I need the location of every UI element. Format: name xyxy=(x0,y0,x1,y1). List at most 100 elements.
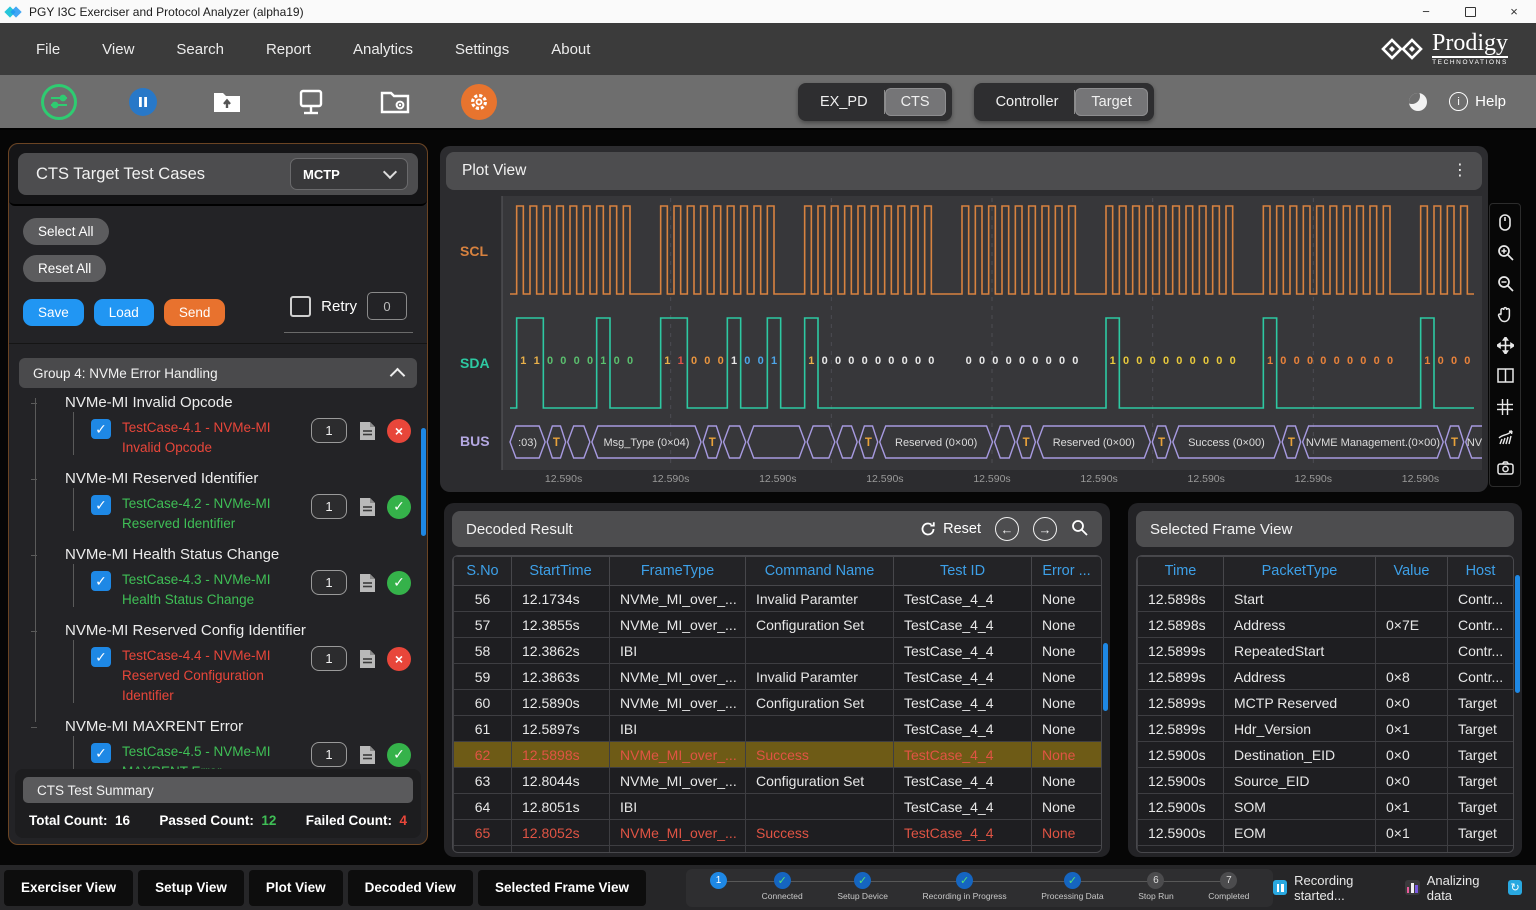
column-header[interactable]: PacketType xyxy=(1224,557,1376,586)
waveform-plot[interactable]: SCLSDABUS1100001001100010011000000000000… xyxy=(446,194,1482,497)
exerciser-flow-icon[interactable] xyxy=(40,83,78,121)
column-header[interactable]: Host xyxy=(1448,557,1514,586)
view-tab-selected-frame-view[interactable]: Selected Frame View xyxy=(478,870,646,906)
toggle-option-target[interactable]: Target xyxy=(1075,88,1147,116)
menu-item-settings[interactable]: Settings xyxy=(455,41,509,58)
maximize-icon[interactable] xyxy=(1448,0,1492,23)
test-case-row[interactable]: ✓TestCase-4.1 - NVMe-MI Invalid Opcode1× xyxy=(31,418,421,457)
chart-icon[interactable] xyxy=(1496,428,1514,446)
save-button[interactable]: Save xyxy=(23,299,84,326)
menu-item-analytics[interactable]: Analytics xyxy=(353,41,413,58)
column-header[interactable]: Value xyxy=(1376,557,1448,586)
frame-row[interactable]: 12.5898sStartContr... xyxy=(1138,586,1514,612)
column-header[interactable]: Command Name xyxy=(746,557,894,586)
decoded-row[interactable]: 6613.0192sNVMe_MI_over_Configuration Set… xyxy=(454,846,1102,854)
tree-scrollbar[interactable] xyxy=(421,428,426,536)
decoded-row[interactable]: 6312.8044sNVMe_MI_over_...Configuration … xyxy=(454,768,1102,794)
decoded-row[interactable]: 5712.3855sNVMe_MI_over_...Configuration … xyxy=(454,612,1102,638)
zoom-out-icon[interactable] xyxy=(1496,275,1514,293)
report-doc-icon[interactable] xyxy=(356,495,378,519)
next-frame-icon[interactable]: → xyxy=(1033,517,1057,541)
view-tab-decoded-view[interactable]: Decoded View xyxy=(348,870,473,906)
menu-item-view[interactable]: View xyxy=(102,41,134,58)
checkbox-checked[interactable]: ✓ xyxy=(91,571,111,591)
report-doc-icon[interactable] xyxy=(356,647,378,671)
column-header[interactable]: Time xyxy=(1138,557,1224,586)
frame-row[interactable]: 12.5899sHdr_Version0×1Target xyxy=(1138,716,1514,742)
split-view-icon[interactable] xyxy=(1496,367,1514,385)
menu-item-search[interactable]: Search xyxy=(176,41,224,58)
theme-moon-icon[interactable] xyxy=(1409,93,1427,111)
zoom-in-icon[interactable] xyxy=(1496,244,1514,262)
test-parent-label[interactable]: NVMe-MI Reserved Config Identifier xyxy=(31,622,421,639)
frame-row[interactable]: 12.5898sAddress0×7EContr... xyxy=(1138,612,1514,638)
group-header[interactable]: Group 4: NVMe Error Handling xyxy=(19,358,417,388)
checkbox-checked[interactable]: ✓ xyxy=(91,419,111,439)
retry-count-input[interactable] xyxy=(367,292,407,320)
checkbox-checked[interactable]: ✓ xyxy=(91,495,111,515)
test-case-row[interactable]: ✓TestCase-4.2 - NVMe-MI Reserved Identif… xyxy=(31,494,421,533)
search-icon[interactable] xyxy=(1071,519,1088,540)
iteration-count-input[interactable]: 1 xyxy=(311,646,347,671)
send-button[interactable]: Send xyxy=(164,299,226,326)
toggle-option-ex_pd[interactable]: EX_PD xyxy=(804,88,884,116)
iteration-count-input[interactable]: 1 xyxy=(311,494,347,519)
close-icon[interactable]: × xyxy=(1492,0,1536,23)
toggle-option-controller[interactable]: Controller xyxy=(980,88,1075,116)
pan-hand-icon[interactable] xyxy=(1496,305,1514,323)
help-button[interactable]: i Help xyxy=(1449,92,1506,111)
move-icon[interactable] xyxy=(1496,336,1514,354)
protocol-dropdown[interactable]: MCTP xyxy=(290,158,408,190)
view-tab-setup-view[interactable]: Setup View xyxy=(138,870,244,906)
decoded-row[interactable]: 6412.8051sIBITestCase_4_4None xyxy=(454,794,1102,820)
test-parent-label[interactable]: NVMe-MI Health Status Change xyxy=(31,546,421,563)
report-doc-icon[interactable] xyxy=(356,743,378,767)
decoded-row[interactable]: 5912.3863sNVMe_MI_over_...Invalid Paramt… xyxy=(454,664,1102,690)
decoded-scrollbar[interactable] xyxy=(1103,643,1108,711)
grid-icon[interactable] xyxy=(1496,398,1514,416)
test-parent-label[interactable]: NVMe-MI Invalid Opcode xyxy=(31,394,421,411)
report-doc-icon[interactable] xyxy=(356,419,378,443)
reset-button[interactable]: Reset xyxy=(920,521,981,537)
settings-gear-icon[interactable] xyxy=(460,83,498,121)
test-parent-label[interactable]: NVMe-MI Reserved Identifier xyxy=(31,470,421,487)
menu-item-about[interactable]: About xyxy=(551,41,590,58)
frame-row[interactable]: 12.5900sSource_EID0×0Target xyxy=(1138,768,1514,794)
role-toggle[interactable]: ControllerTarget xyxy=(974,83,1154,121)
frame-row[interactable]: 12.5900sPacket_Seq0×0Target xyxy=(1138,846,1514,854)
column-header[interactable]: StartTime xyxy=(512,557,610,586)
toggle-option-cts[interactable]: CTS xyxy=(885,88,946,116)
frame-row[interactable]: 12.5900sSOM0×1Target xyxy=(1138,794,1514,820)
decoded-row[interactable]: 6212.5898sNVMe_MI_over_...SuccessTestCas… xyxy=(454,742,1102,768)
column-header[interactable]: Test ID xyxy=(894,557,1032,586)
view-tab-exerciser-view[interactable]: Exerciser View xyxy=(4,870,133,906)
folder-export-icon[interactable] xyxy=(208,83,246,121)
iteration-count-input[interactable]: 1 xyxy=(311,742,347,767)
frame-row[interactable]: 12.5899sMCTP Reserved0×0Target xyxy=(1138,690,1514,716)
pause-icon[interactable] xyxy=(124,83,162,121)
menu-item-report[interactable]: Report xyxy=(266,41,311,58)
menu-item-file[interactable]: File xyxy=(36,41,60,58)
test-case-row[interactable]: ✓TestCase-4.4 - NVMe-MI Reserved Configu… xyxy=(31,646,421,705)
column-header[interactable]: FrameType xyxy=(610,557,746,586)
decoded-row[interactable]: 6512.8052sNVMe_MI_over_...SuccessTestCas… xyxy=(454,820,1102,846)
test-case-row[interactable]: ✓TestCase-4.3 - NVMe-MI Health Status Ch… xyxy=(31,570,421,609)
kebab-menu-icon[interactable]: ⋮ xyxy=(1452,167,1466,174)
frame-row[interactable]: 12.5900sDestination_EID0×0Target xyxy=(1138,742,1514,768)
iteration-count-input[interactable]: 1 xyxy=(311,570,347,595)
reset-all-button[interactable]: Reset All xyxy=(23,255,106,282)
prev-frame-icon[interactable]: ← xyxy=(995,517,1019,541)
view-tab-plot-view[interactable]: Plot View xyxy=(249,870,343,906)
camera-icon[interactable] xyxy=(1496,459,1514,477)
column-header[interactable]: Error ... xyxy=(1032,557,1102,586)
mouse-pointer-icon[interactable] xyxy=(1496,213,1514,231)
decoded-row[interactable]: 6012.5890sNVMe_MI_over_...Configuration … xyxy=(454,690,1102,716)
column-header[interactable]: S.No xyxy=(454,557,512,586)
frame-row[interactable]: 12.5900sEOM0×1Target xyxy=(1138,820,1514,846)
checkbox-checked[interactable]: ✓ xyxy=(91,647,111,667)
frame-row[interactable]: 12.5899sAddress0×8Contr... xyxy=(1138,664,1514,690)
report-doc-icon[interactable] xyxy=(356,571,378,595)
minimize-icon[interactable]: − xyxy=(1404,0,1448,23)
select-all-button[interactable]: Select All xyxy=(23,218,109,245)
decoded-row[interactable]: 6112.5897sIBITestCase_4_4None xyxy=(454,716,1102,742)
